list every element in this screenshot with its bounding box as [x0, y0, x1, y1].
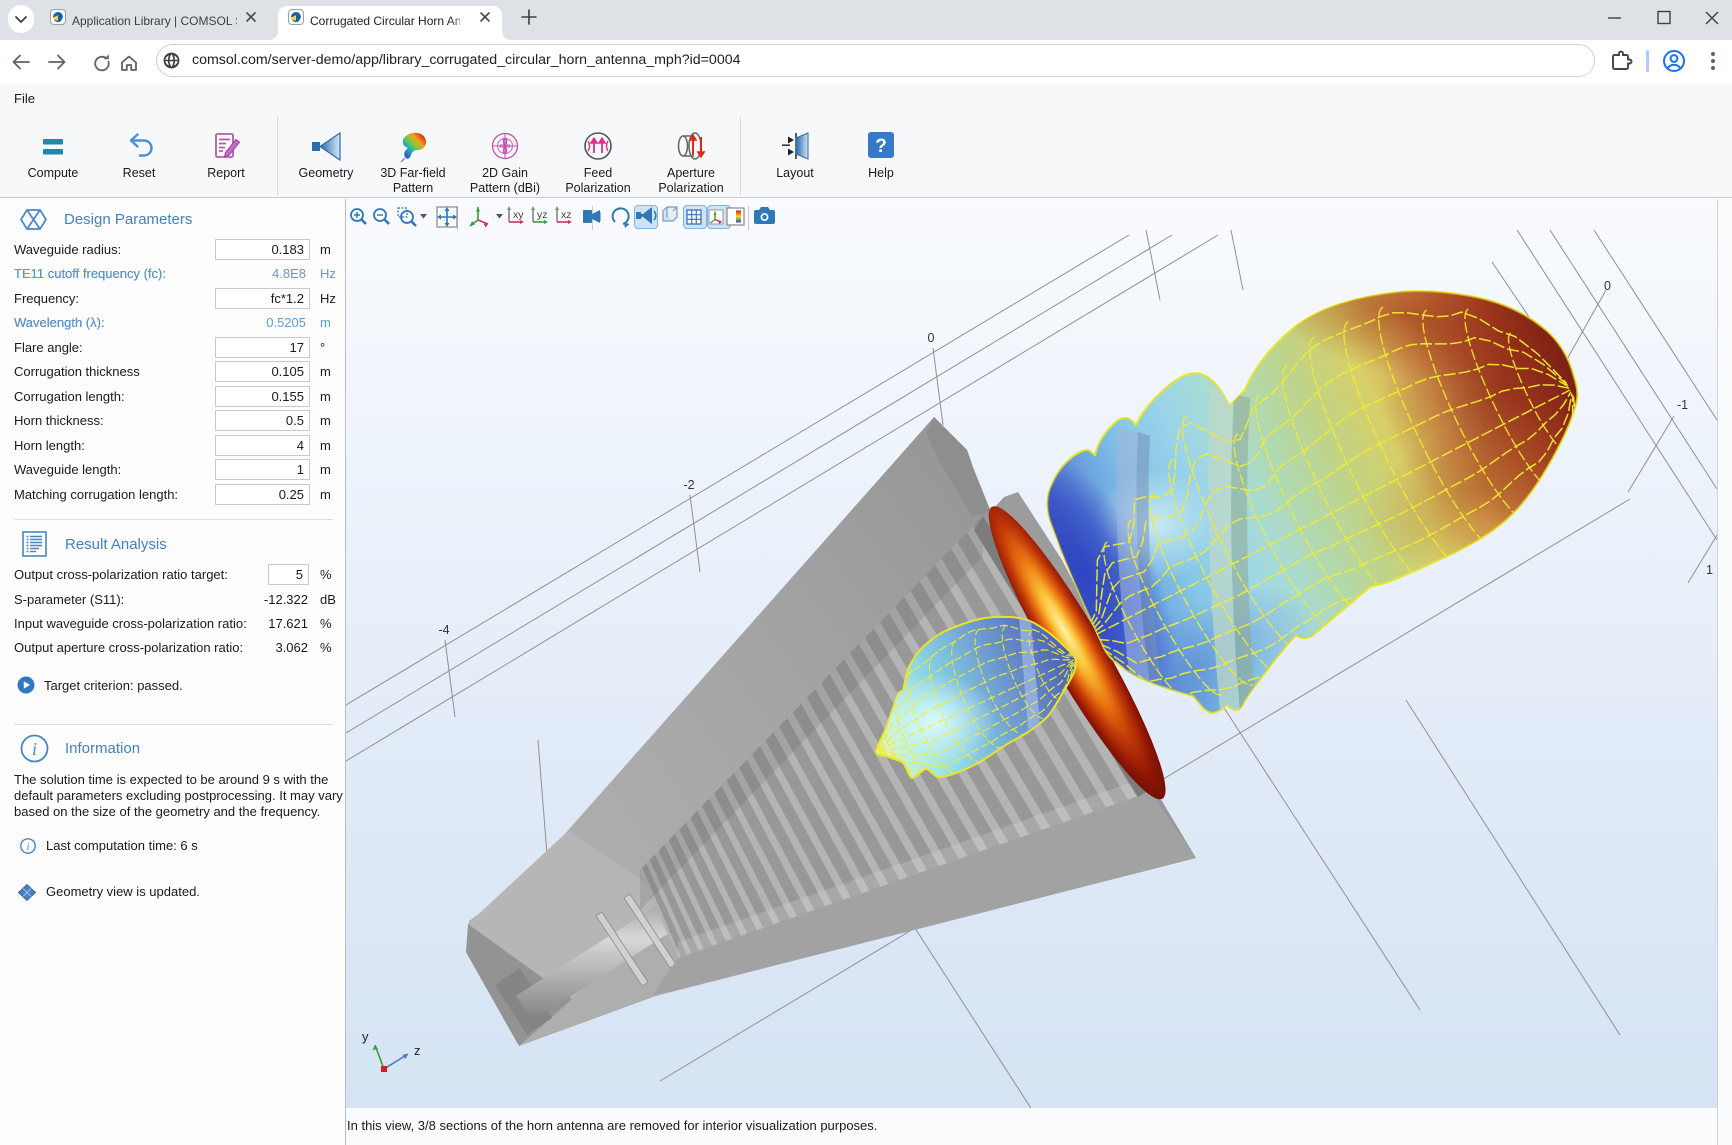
svg-text:-4: -4: [438, 623, 449, 637]
svg-text:0: 0: [1604, 279, 1611, 293]
svg-text:xy: xy: [513, 209, 524, 221]
svg-text:1: 1: [1706, 563, 1713, 577]
svg-text:z: z: [414, 1043, 421, 1058]
svg-text:-1: -1: [1677, 398, 1688, 412]
svg-text:0: 0: [928, 331, 935, 345]
svg-text:y: y: [362, 1029, 369, 1044]
svg-text:yz: yz: [537, 209, 548, 221]
svg-text:-2: -2: [683, 478, 694, 492]
svg-text:i: i: [32, 739, 37, 759]
svg-text:xz: xz: [561, 209, 572, 221]
svg-text:i: i: [27, 842, 30, 853]
svg-text:?: ?: [875, 136, 887, 157]
